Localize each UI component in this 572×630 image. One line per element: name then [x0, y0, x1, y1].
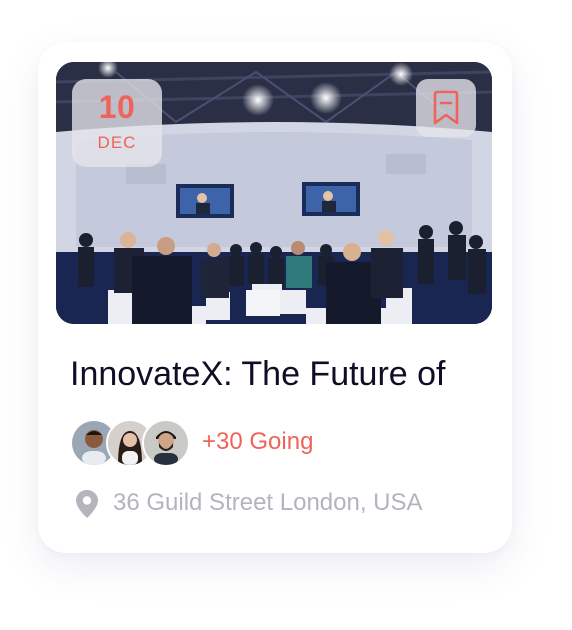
bookmark-icon [433, 90, 459, 125]
date-month: DEC [97, 133, 137, 152]
location-pin-icon [76, 490, 98, 518]
date-day: 10 [98, 89, 136, 125]
event-card[interactable]: 10 DEC InnovateX: The Future of +30 Goin… [38, 42, 512, 553]
avatar [142, 419, 190, 467]
going-count[interactable]: +30 Going [202, 428, 313, 456]
event-title: InnovateX: The Future of [70, 355, 446, 393]
attendee-avatars [70, 419, 220, 467]
bookmark-button[interactable] [416, 79, 476, 137]
event-address: 36 Guild Street London, USA [113, 489, 423, 516]
date-badge: 10 DEC [72, 79, 162, 167]
